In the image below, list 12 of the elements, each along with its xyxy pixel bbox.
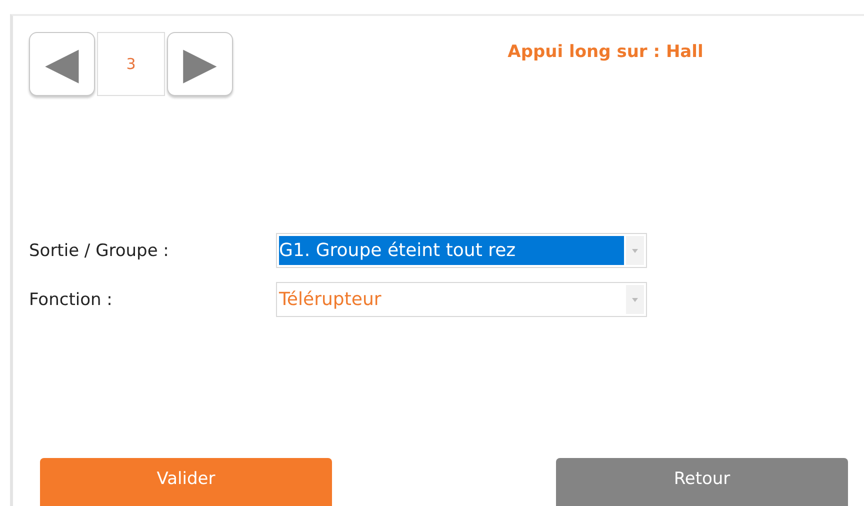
- field-label: Fonction :: [29, 290, 114, 310]
- page-title: Appui long sur : Hall: [506, 42, 704, 62]
- field-label: Sortie / Groupe :: [29, 240, 170, 260]
- previous-button[interactable]: ◀: [29, 32, 95, 96]
- validate-button[interactable]: Valider: [40, 458, 332, 506]
- dropdown[interactable]: Télérupteur: [276, 282, 647, 317]
- caret-icon: [632, 298, 638, 302]
- next-button[interactable]: ▶: [167, 32, 233, 96]
- back-button[interactable]: Retour: [556, 458, 848, 506]
- caret-icon: [632, 248, 638, 252]
- page-number: 3: [97, 32, 165, 96]
- dropdown[interactable]: G1. Groupe éteint tout rez: [276, 233, 647, 268]
